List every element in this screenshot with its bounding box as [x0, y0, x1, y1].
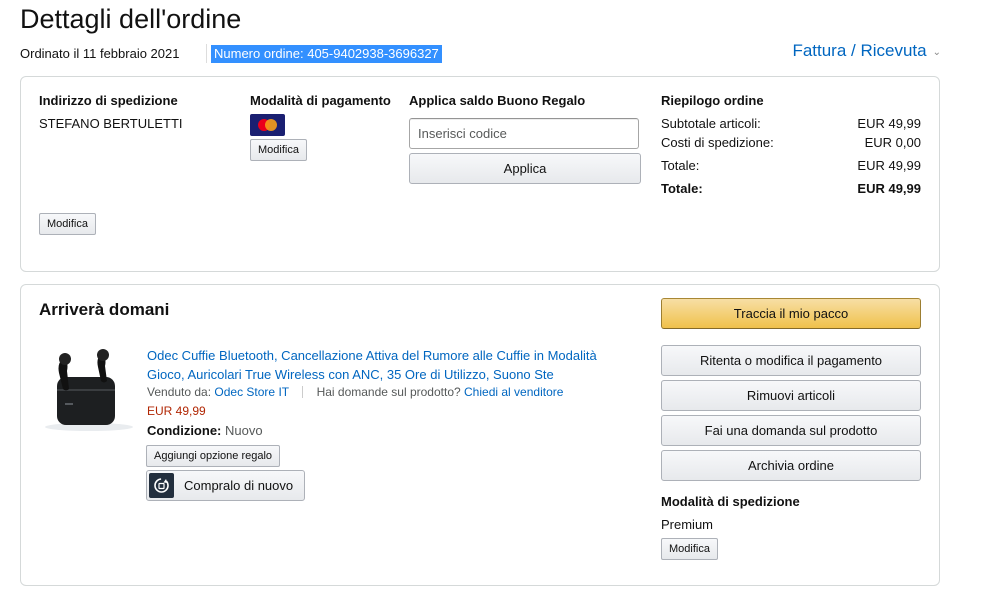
summary-row-grand-total: Totale: EUR 49,99 [661, 181, 921, 196]
seller-line: Venduto da: Odec Store IT Hai domande su… [147, 385, 563, 399]
summary-value: EUR 49,99 [857, 158, 921, 173]
shipping-address-name: STEFANO BERTULETTI [39, 116, 183, 131]
ask-seller-link[interactable]: Chiedi al venditore [464, 385, 563, 399]
remove-items-button[interactable]: Rimuovi articoli [661, 380, 921, 411]
summary-label: Totale: [661, 181, 703, 196]
summary-value: EUR 49,99 [857, 181, 921, 196]
edit-payment-button[interactable]: Modifica [250, 139, 307, 161]
page-title: Dettagli dell'ordine [20, 4, 242, 34]
shipping-method-value: Premium [661, 517, 714, 532]
refresh-icon [154, 478, 169, 493]
condition-label: Condizione: [147, 423, 222, 438]
condition-value: Nuovo [225, 423, 263, 438]
summary-value: EUR 0,00 [864, 135, 921, 150]
product-image[interactable] [43, 345, 135, 435]
retry-payment-button[interactable]: Ritenta o modifica il pagamento [661, 345, 921, 376]
question-label: Hai domande sul prodotto? [316, 385, 461, 399]
ask-question-button[interactable]: Fai una domanda sul prodotto [661, 415, 921, 446]
gift-card-heading: Applica saldo Buono Regalo [409, 93, 586, 108]
divider [206, 44, 207, 63]
order-number: Numero ordine: 405-9402938-3696327 [211, 45, 442, 63]
product-title-link[interactable]: Odec Cuffie Bluetooth, Cancellazione Att… [147, 346, 627, 384]
summary-value: EUR 49,99 [857, 116, 921, 131]
mastercard-icon [250, 114, 285, 136]
buy-again-label: Compralo di nuovo [184, 478, 294, 493]
edit-address-button[interactable]: Modifica [39, 213, 96, 235]
order-info-box: Indirizzo di spedizione STEFANO BERTULET… [20, 76, 940, 272]
shipping-method-heading: Modalità di spedizione [661, 494, 800, 509]
order-summary-heading: Riepilogo ordine [661, 93, 764, 108]
summary-row-subtotal: Subtotale articoli: EUR 49,99 [661, 116, 921, 131]
apply-gift-button[interactable]: Applica [409, 153, 641, 184]
summary-label: Costi di spedizione: [661, 135, 774, 150]
edit-shipping-method-button[interactable]: Modifica [661, 538, 718, 560]
gift-code-input[interactable] [409, 118, 639, 149]
product-price: EUR 49,99 [147, 404, 206, 418]
mastercard-circle-orange [265, 119, 277, 131]
summary-label: Subtotale articoli: [661, 116, 761, 131]
shipping-address-heading: Indirizzo di spedizione [39, 93, 178, 108]
product-condition: Condizione: Nuovo [147, 423, 263, 438]
track-package-button[interactable]: Traccia il mio pacco [661, 298, 921, 329]
archive-order-button[interactable]: Archivia ordine [661, 450, 921, 481]
summary-label: Totale: [661, 158, 700, 173]
buy-again-icon [149, 473, 174, 498]
chevron-down-icon: ⌄ [932, 47, 941, 58]
summary-row-total: Totale: EUR 49,99 [661, 158, 921, 173]
payment-heading: Modalità di pagamento [250, 93, 391, 108]
sold-by-label: Venduto da: [147, 385, 212, 399]
order-date: Ordinato il 11 febbraio 2021 [20, 46, 180, 61]
shipment-box: Arriverà domani Odec Cuffie Bluetooth, C… [20, 284, 940, 586]
summary-row-shipping: Costi di spedizione: EUR 0,00 [661, 135, 921, 150]
divider [302, 386, 304, 398]
delivery-status: Arriverà domani [39, 300, 170, 319]
add-gift-option-button[interactable]: Aggiungi opzione regalo [146, 445, 281, 467]
buy-again-button[interactable]: Compralo di nuovo [146, 470, 305, 501]
invoice-dropdown[interactable]: Fattura / Ricevuta ⌄ [792, 41, 941, 61]
seller-link[interactable]: Odec Store IT [214, 385, 288, 399]
invoice-link-label: Fattura / Ricevuta [792, 41, 927, 60]
